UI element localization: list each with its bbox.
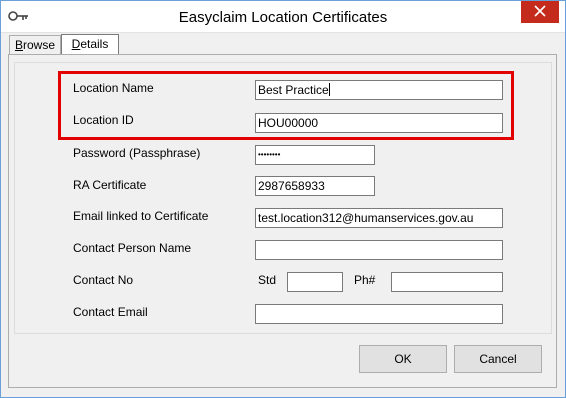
ra-certificate-label: RA Certificate [73,178,147,192]
ra-certificate-field[interactable]: 2987658933 [255,176,375,196]
email-cert-label: Email linked to Certificate [73,209,209,223]
close-button[interactable] [521,1,559,23]
password-label: Password (Passphrase) [73,146,201,160]
location-id-field[interactable]: HOU00000 [255,113,503,133]
contact-email-field[interactable] [255,304,503,324]
std-field[interactable] [287,272,343,292]
window-title: Easyclaim Location Certificates [178,9,388,26]
contact-person-field[interactable] [255,240,503,260]
close-icon [534,4,546,20]
contact-person-label: Contact Person Name [73,241,192,255]
contact-email-label: Contact Email [73,305,148,319]
tab-bar: Browse Details [6,34,561,56]
tab-details-label: etails [80,37,109,51]
location-name-label: Location Name [73,81,154,95]
location-name-field[interactable]: Best Practice [255,80,503,100]
text-caret [328,83,330,96]
password-field[interactable]: •••••••• [255,145,375,165]
tab-browse-label: rowse [23,38,56,52]
email-cert-field[interactable]: test.location312@humanservices.gov.au [255,208,503,228]
cancel-button[interactable]: Cancel [454,345,542,373]
location-name-value: Best Practice [258,83,329,97]
location-id-label: Location ID [73,113,134,127]
tab-browse-mnemonic: B [14,38,23,52]
tab-browse[interactable]: Browse [9,35,61,55]
tab-details[interactable]: Details [61,34,119,56]
contact-no-label: Contact No [73,273,134,287]
title-bar: Easyclaim Location Certificates [1,1,565,33]
phone-label: Ph# [354,273,376,287]
ok-button[interactable]: OK [359,345,447,373]
std-label: Std [258,273,277,287]
phone-field[interactable] [391,272,503,292]
